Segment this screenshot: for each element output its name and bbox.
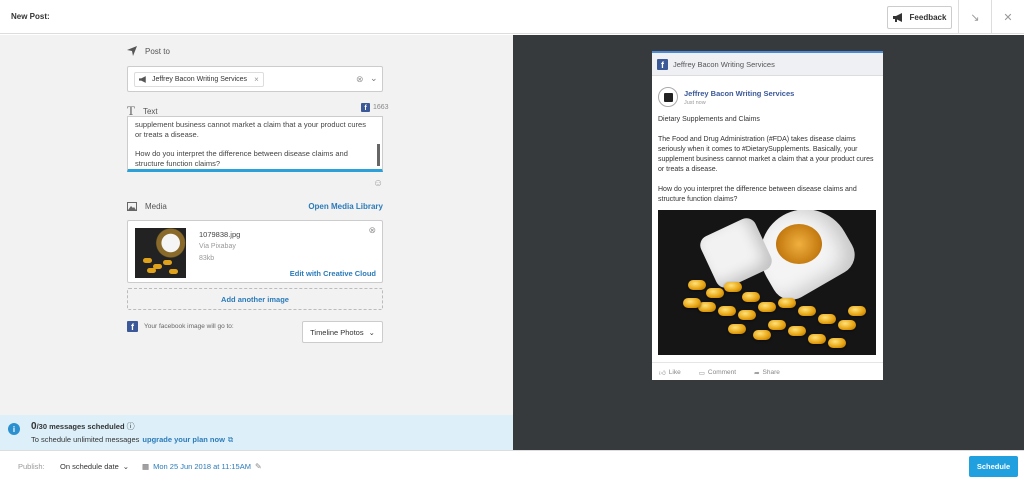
post-time: Just now xyxy=(684,100,706,106)
send-icon xyxy=(127,46,137,56)
post-paragraph: Dietary Supplements and Claims xyxy=(658,116,760,123)
timeline-photos-dropdown[interactable]: Timeline Photos ⌄ xyxy=(302,321,383,343)
upgrade-prefix: To schedule unlimited messages xyxy=(31,435,140,444)
post-image xyxy=(658,210,876,355)
external-link-icon[interactable]: ⧉ xyxy=(228,435,233,445)
megaphone-icon xyxy=(892,13,902,22)
pencil-icon[interactable]: ✎ xyxy=(255,462,262,471)
info-icon: i xyxy=(8,423,20,435)
media-thumbnail xyxy=(135,228,186,278)
post-author: Jeffrey Bacon Writing Services xyxy=(684,89,795,98)
fb-destination-label: Your facebook image will go to: xyxy=(144,323,234,330)
feedback-label: Feedback xyxy=(909,13,947,22)
close-icon[interactable]: ✕ xyxy=(1001,10,1015,24)
clear-icon[interactable]: ⊗ xyxy=(356,74,364,85)
publish-date-value: Mon 25 Jun 2018 at 11:15AM xyxy=(153,462,251,471)
like-action: 👍︎ Like xyxy=(659,369,681,377)
file-source: Via Pixabay xyxy=(199,243,236,250)
message-line: supplement business cannot market a clai… xyxy=(135,120,366,139)
edit-creative-cloud-link[interactable]: Edit with Creative Cloud xyxy=(290,269,376,278)
facebook-preview-card: f Jeffrey Bacon Writing Services Jeffrey… xyxy=(652,51,883,380)
calendar-icon: ▦ xyxy=(142,462,150,471)
post-to-row: Post to xyxy=(127,46,170,56)
share-icon: ➦ xyxy=(754,369,760,377)
facebook-icon: f xyxy=(127,321,138,332)
post-body: Dietary Supplements and Claims The Food … xyxy=(658,115,878,215)
chevron-down-icon: ⌄ xyxy=(122,462,130,471)
fb-destination-row: f Your facebook image will go to: xyxy=(127,321,234,332)
upgrade-plan-link[interactable]: upgrade your plan now xyxy=(142,435,225,445)
schedule-info-bar: i 0/30 messages scheduled ⓘ To schedule … xyxy=(0,415,513,450)
message-textarea[interactable]: supplement business cannot market a clai… xyxy=(127,116,383,172)
feedback-button[interactable]: Feedback xyxy=(887,6,952,29)
chevron-down-icon: ⌄ xyxy=(368,327,375,337)
like-icon: 👍︎ xyxy=(659,369,666,377)
profile-name: Jeffrey Bacon Writing Services xyxy=(152,76,248,83)
media-item: 1079838.jpg Via Pixabay 83kb ⊗ Edit with… xyxy=(127,220,383,283)
page-title: New Post: xyxy=(11,12,50,21)
chevron-down-icon[interactable]: ⌄ xyxy=(370,73,378,84)
facebook-icon: f xyxy=(657,58,668,70)
text-label: Text xyxy=(142,106,158,116)
post-paragraph: The Food and Drug Administration (#FDA) … xyxy=(658,136,874,173)
bottle-contents xyxy=(776,224,822,264)
avatar xyxy=(658,87,678,107)
file-size: 83kb xyxy=(199,255,215,262)
message-line: How do you interpret the difference betw… xyxy=(135,149,348,168)
image-icon xyxy=(127,202,137,211)
modal-footer: Publish: On schedule date ⌄ ▦ Mon 25 Jun… xyxy=(0,450,1024,480)
megaphone-icon xyxy=(139,76,146,83)
facebook-icon: f xyxy=(361,103,370,112)
char-counter: f 1663 xyxy=(361,103,389,112)
post-to-label: Post to xyxy=(145,46,170,56)
comment-icon: ▭ xyxy=(698,369,705,377)
scheduled-count: 0/30 messages scheduled ⓘ xyxy=(31,421,135,432)
post-paragraph: How do you interpret the difference betw… xyxy=(658,186,857,203)
modal-header: New Post: Feedback ↘ ✕ xyxy=(0,0,1024,34)
preview-network-name: Jeffrey Bacon Writing Services xyxy=(673,59,775,69)
compose-pane: Post to Jeffrey Bacon Writing Services ×… xyxy=(0,35,513,415)
preview-pane: f Jeffrey Bacon Writing Services Jeffrey… xyxy=(513,35,1024,450)
share-action: ➦ Share xyxy=(754,369,780,377)
header-divider xyxy=(991,0,992,34)
scheduled-count-text: /30 messages scheduled xyxy=(36,422,125,431)
preview-actions: 👍︎ Like ▭ Comment ➦ Share xyxy=(652,362,883,382)
file-name: 1079838.jpg xyxy=(199,230,241,239)
publish-mode-value: On schedule date xyxy=(60,462,119,471)
add-another-image-button[interactable]: Add another image xyxy=(127,288,383,310)
publish-label: Publish: xyxy=(18,462,45,471)
media-row: Media xyxy=(127,202,167,211)
profile-selector[interactable]: Jeffrey Bacon Writing Services × ⊗ ⌄ xyxy=(127,66,383,92)
profile-chip: Jeffrey Bacon Writing Services × xyxy=(134,72,264,87)
header-divider xyxy=(958,0,959,34)
open-media-library-link[interactable]: Open Media Library xyxy=(308,202,383,211)
upgrade-line: To schedule unlimited messages upgrade y… xyxy=(31,435,233,445)
char-count-value: 1663 xyxy=(373,104,389,111)
minimize-icon[interactable]: ↘ xyxy=(968,10,982,24)
preview-header: f Jeffrey Bacon Writing Services xyxy=(652,53,883,76)
remove-profile-icon[interactable]: × xyxy=(254,75,259,84)
publish-mode-dropdown[interactable]: On schedule date ⌄ xyxy=(60,462,129,471)
media-label: Media xyxy=(145,202,167,211)
timeline-photos-label: Timeline Photos xyxy=(310,327,364,337)
schedule-button[interactable]: Schedule xyxy=(969,456,1018,477)
remove-media-icon[interactable]: ⊗ xyxy=(368,225,376,236)
publish-date-picker[interactable]: ▦ Mon 25 Jun 2018 at 11:15AM ✎ xyxy=(142,462,262,471)
help-icon[interactable]: ⓘ xyxy=(127,422,135,431)
comment-action: ▭ Comment xyxy=(698,369,737,377)
emoji-icon[interactable]: ☺ xyxy=(373,178,383,189)
textarea-scrollbar[interactable] xyxy=(377,144,380,166)
bottle-cap xyxy=(696,214,776,292)
